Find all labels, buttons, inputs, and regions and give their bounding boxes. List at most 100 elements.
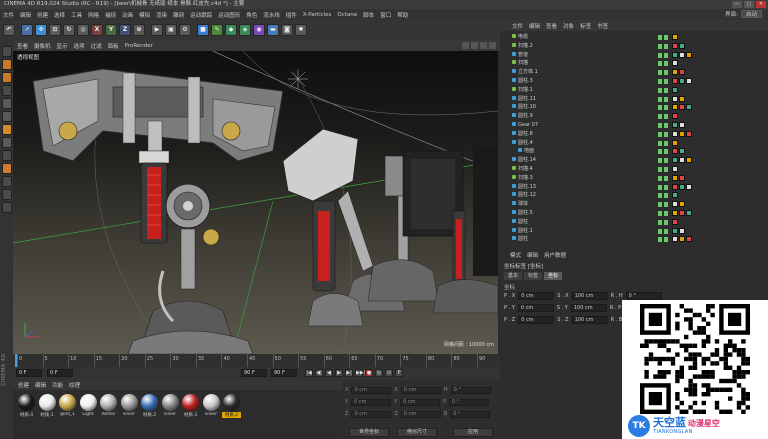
object-row[interactable]: 扫描.2 bbox=[500, 42, 768, 50]
attribute-field[interactable]: 100 cm bbox=[570, 304, 607, 312]
x-axis-icon[interactable]: X bbox=[91, 24, 103, 36]
visibility-dots-icon[interactable] bbox=[658, 140, 668, 146]
object-row[interactable]: 圆柱.14 bbox=[500, 157, 768, 164]
object-tag-icon[interactable] bbox=[672, 113, 678, 120]
object-menu-item[interactable]: 标签 bbox=[580, 22, 591, 30]
visibility-dots-icon[interactable] bbox=[658, 87, 668, 93]
viewport-menu-item[interactable]: 显示 bbox=[57, 42, 68, 50]
visibility-dots-icon[interactable] bbox=[658, 123, 668, 128]
object-row[interactable]: 电缆 bbox=[500, 34, 768, 41]
coord-field[interactable]: 0 cm bbox=[400, 386, 441, 394]
object-tag-icon[interactable] bbox=[672, 139, 678, 146]
snap-icon[interactable] bbox=[1, 163, 12, 174]
material-swatch[interactable]: gold_1 bbox=[58, 394, 77, 417]
material-menu-item[interactable]: 纹理 bbox=[69, 381, 80, 389]
attribute-field[interactable]: 0 ° bbox=[625, 292, 662, 300]
object-row[interactable]: 扫描.1 bbox=[500, 86, 768, 94]
menu-item[interactable]: 文件 bbox=[3, 11, 14, 19]
material-preview[interactable] bbox=[202, 394, 220, 411]
object-tag-icon[interactable] bbox=[672, 130, 678, 137]
position-key-button[interactable]: P bbox=[395, 369, 403, 377]
object-tag-icon[interactable] bbox=[686, 51, 692, 58]
object-row[interactable]: 圆柱.11 bbox=[500, 95, 768, 103]
maximize-icon[interactable] bbox=[489, 42, 496, 49]
goto-end-button[interactable]: ▶▶| bbox=[355, 369, 365, 377]
material-swatch[interactable]: 材质.2 bbox=[222, 394, 241, 418]
current-frame-field[interactable]: 0 F bbox=[16, 369, 42, 377]
solo-icon[interactable] bbox=[1, 189, 12, 200]
minimize-button[interactable]: — bbox=[732, 1, 742, 8]
object-tag-icon[interactable] bbox=[672, 227, 678, 234]
viewport-menu-item[interactable]: 面板 bbox=[108, 42, 119, 50]
object-menu-item[interactable]: 书签 bbox=[597, 22, 608, 30]
perspective-viewport[interactable]: 透视视图 网格间距 : 10000 cm bbox=[13, 51, 498, 354]
material-preview[interactable] bbox=[38, 394, 56, 411]
make-editable-icon[interactable] bbox=[1, 46, 12, 57]
deformer-icon[interactable]: ◉ bbox=[253, 24, 265, 36]
menu-item[interactable]: 帮助 bbox=[397, 11, 408, 19]
rotate-icon[interactable]: ↻ bbox=[63, 24, 75, 36]
object-row[interactable]: 圆柱.8 bbox=[500, 130, 768, 138]
workplane-icon[interactable] bbox=[1, 85, 12, 96]
object-tag-icon[interactable] bbox=[686, 78, 692, 84]
size-mode-dropdown[interactable]: 绝对尺寸 bbox=[397, 428, 437, 437]
object-row[interactable]: Gear 07 bbox=[500, 122, 768, 129]
coord-field[interactable]: 0 ° bbox=[449, 398, 490, 406]
object-tag-icon[interactable] bbox=[686, 210, 692, 216]
coord-field[interactable]: 0 cm bbox=[351, 386, 392, 394]
select-icon[interactable]: ➚ bbox=[21, 24, 33, 36]
menu-item[interactable]: 编辑 bbox=[20, 11, 31, 19]
material-preview[interactable] bbox=[141, 394, 158, 411]
visibility-dots-icon[interactable] bbox=[658, 114, 668, 120]
coord-field[interactable]: 0 cm bbox=[400, 398, 441, 406]
object-tag-icon[interactable] bbox=[679, 148, 685, 155]
object-tag-icon[interactable] bbox=[679, 210, 685, 216]
apply-button[interactable]: 应用 bbox=[453, 428, 493, 437]
object-tag-icon[interactable] bbox=[672, 95, 678, 102]
y-axis-icon[interactable]: Y bbox=[105, 24, 117, 36]
material-swatch[interactable]: 材质.2 bbox=[140, 394, 159, 418]
object-menu-item[interactable]: 文件 bbox=[512, 22, 523, 30]
object-tag-icon[interactable] bbox=[679, 69, 685, 76]
render-icon[interactable]: ▣ bbox=[165, 24, 177, 36]
attribute-field[interactable]: 100 cm bbox=[571, 292, 608, 300]
menu-item[interactable]: 角色 bbox=[246, 11, 257, 19]
menu-item[interactable]: 模拟 bbox=[139, 11, 150, 19]
start-frame-field[interactable]: 0 F bbox=[47, 369, 73, 377]
menu-item[interactable]: Octane bbox=[337, 12, 357, 18]
object-tag-icon[interactable] bbox=[679, 157, 685, 164]
coord-field[interactable]: 0 cm bbox=[351, 398, 392, 406]
coord-field[interactable]: 0 ° bbox=[450, 410, 491, 418]
viewport-menu-item[interactable]: 选项 bbox=[74, 42, 85, 50]
object-row[interactable]: 圆柱.5 bbox=[500, 210, 768, 217]
pen-icon[interactable]: ✎ bbox=[211, 24, 223, 36]
visibility-dots-icon[interactable] bbox=[658, 167, 668, 172]
viewport-menu-item[interactable]: 摄像机 bbox=[34, 42, 51, 50]
menu-item[interactable]: 窗口 bbox=[380, 11, 391, 19]
object-tag-icon[interactable] bbox=[672, 86, 678, 93]
attribute-tab[interactable]: 坐标 bbox=[544, 272, 563, 280]
attribute-field[interactable]: 100 cm bbox=[571, 316, 608, 324]
object-tag-icon[interactable] bbox=[672, 183, 678, 190]
object-tag-icon[interactable] bbox=[672, 51, 678, 58]
visibility-dots-icon[interactable] bbox=[658, 35, 668, 40]
visibility-dots-icon[interactable] bbox=[658, 219, 668, 225]
object-tag-icon[interactable] bbox=[672, 201, 678, 208]
object-row[interactable]: 扫描 bbox=[500, 60, 768, 67]
object-tag-icon[interactable] bbox=[679, 95, 685, 102]
maximize-button[interactable]: ▢ bbox=[744, 1, 754, 8]
viewport-menu-item[interactable]: ProRender bbox=[125, 43, 153, 49]
object-tag-icon[interactable] bbox=[686, 130, 692, 137]
cube-icon[interactable]: ■ bbox=[197, 24, 209, 36]
undo-icon[interactable]: ↶ bbox=[3, 24, 15, 36]
record-button[interactable]: ● bbox=[365, 369, 373, 377]
object-tag-icon[interactable] bbox=[672, 192, 678, 199]
material-swatch[interactable]: Light bbox=[79, 394, 98, 417]
object-tag-icon[interactable] bbox=[672, 122, 678, 128]
object-tag-icon[interactable] bbox=[672, 60, 678, 67]
keyframe-button[interactable]: ⊙ bbox=[385, 369, 393, 377]
menu-item[interactable]: 脚本 bbox=[363, 11, 374, 19]
coord-mode-dropdown[interactable]: 世界坐标 bbox=[349, 428, 389, 437]
material-swatch[interactable]: silver bbox=[161, 394, 180, 417]
object-tag-icon[interactable] bbox=[679, 201, 685, 208]
